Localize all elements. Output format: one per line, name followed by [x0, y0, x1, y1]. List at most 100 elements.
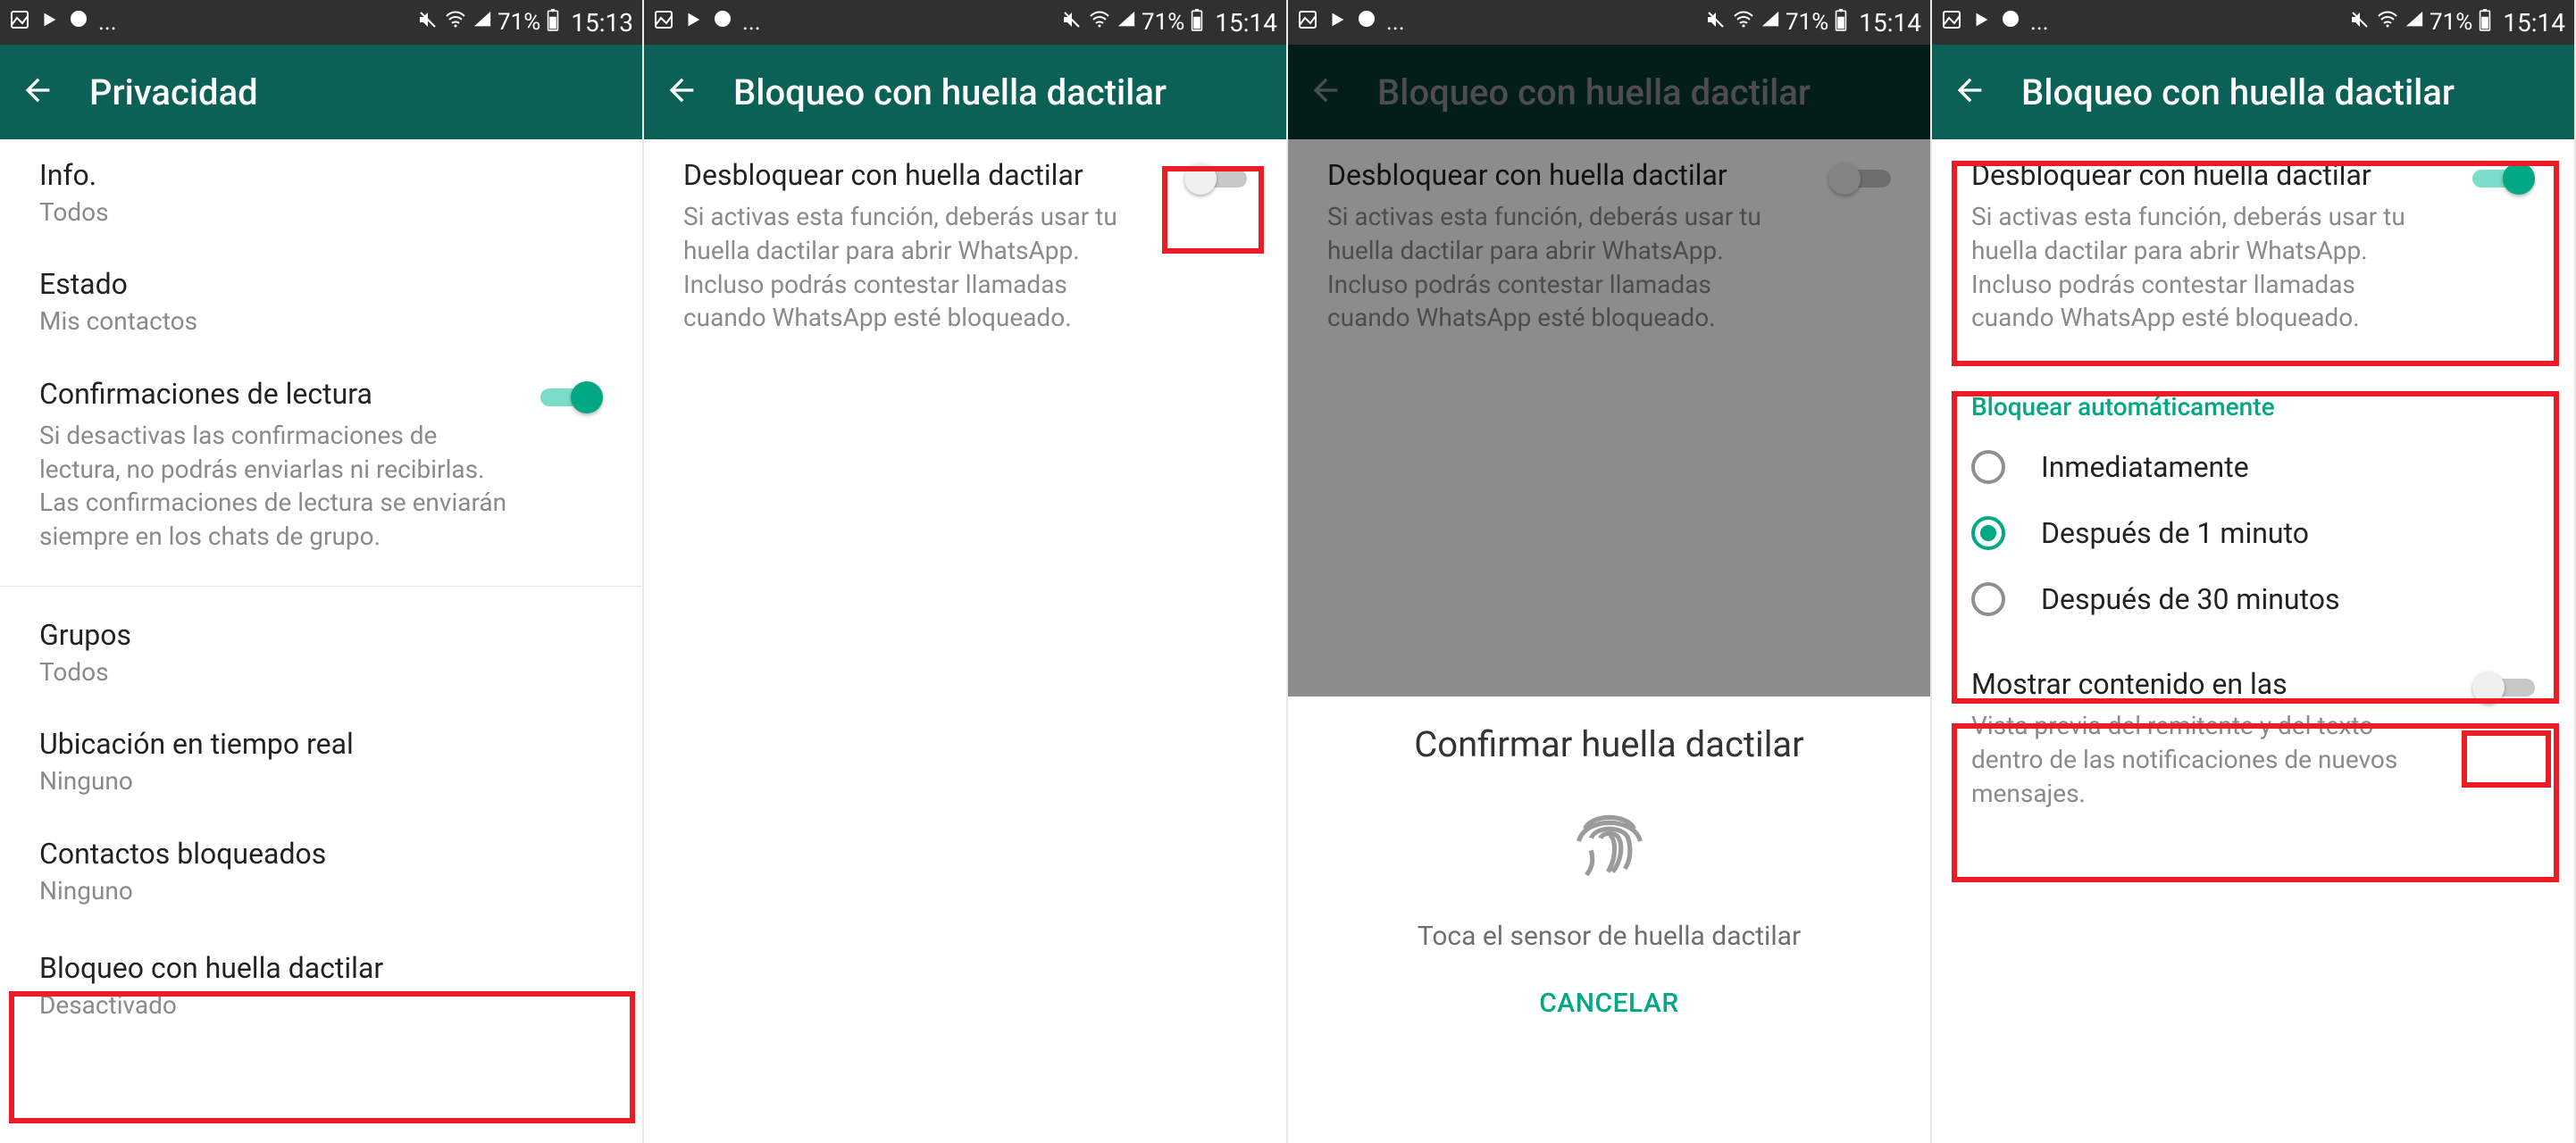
play-icon	[39, 9, 59, 36]
setting-desc: Si activas esta función, deberás usar tu…	[683, 200, 1139, 335]
radio-icon	[1971, 582, 2005, 616]
status-bar: ... 71% 15:14	[644, 0, 1286, 45]
read-receipts-toggle[interactable]	[540, 381, 603, 413]
fingerprint-dialog: Confirmar huella dactilar Toca el sensor…	[1288, 697, 1930, 1143]
setting-label: Bloqueo con huella dactilar	[39, 950, 603, 986]
setting-groups[interactable]: Grupos Todos	[0, 599, 642, 708]
setting-read-receipts[interactable]: Confirmaciones de lectura Si desactivas …	[0, 358, 642, 573]
signal-icon	[473, 10, 492, 35]
autolock-heading: Bloquear automáticamente	[1932, 374, 2574, 434]
play-icon	[1971, 9, 1991, 36]
status-more: ...	[742, 9, 761, 36]
battery-icon	[2478, 8, 2492, 37]
chat-bubble-icon	[68, 9, 89, 37]
status-more: ...	[2030, 9, 2049, 36]
option-label: Después de 1 minuto	[2041, 516, 2309, 550]
dialog-title: Confirmar huella dactilar	[1414, 723, 1804, 765]
screen-privacy: ... 71% 15:13 Privacidad Info.	[0, 0, 644, 1143]
setting-status[interactable]: Estado Mis contactos	[0, 248, 642, 357]
clock: 15:14	[2503, 8, 2565, 38]
status-bar: ... 71% 15:13	[0, 0, 642, 45]
image-icon	[1297, 9, 1318, 37]
cancel-button[interactable]: CANCELAR	[1539, 988, 1679, 1019]
battery-text: 71%	[498, 9, 540, 36]
image-icon	[9, 9, 30, 37]
play-icon	[683, 9, 703, 36]
chat-bubble-icon	[1356, 9, 1377, 37]
settings-list: Info. Todos Estado Mis contactos Confirm…	[0, 139, 642, 1143]
mute-icon	[2349, 9, 2371, 36]
status-more: ...	[98, 9, 117, 36]
clock: 15:13	[571, 8, 633, 38]
unlock-fingerprint-toggle[interactable]	[2472, 163, 2535, 195]
back-arrow-icon[interactable]	[20, 72, 55, 112]
autolock-option-immediate[interactable]: Inmediatamente	[1932, 434, 2574, 500]
setting-label: Contactos bloqueados	[39, 836, 603, 872]
screen-fingerprint-off: ... 71% 15:14 Bloqueo con huella dactila…	[644, 0, 1288, 1143]
image-icon	[653, 9, 674, 37]
play-icon	[1327, 9, 1347, 36]
app-bar: Privacidad	[0, 45, 642, 139]
battery-icon	[546, 8, 560, 37]
battery-text: 71%	[1142, 9, 1184, 36]
setting-fingerprint-lock[interactable]: Bloqueo con huella dactilar Desactivado	[0, 927, 642, 1041]
clock: 15:14	[1215, 8, 1277, 38]
dialog-sub: Toca el sensor de huella dactilar	[1418, 921, 1801, 952]
setting-live-location[interactable]: Ubicación en tiempo real Ninguno	[0, 708, 642, 817]
back-arrow-icon[interactable]	[1952, 72, 1987, 112]
mute-icon	[1705, 9, 1727, 36]
app-bar: Bloqueo con huella dactilar	[644, 45, 1286, 139]
setting-label: Info.	[39, 157, 603, 193]
mute-icon	[1061, 9, 1083, 36]
battery-text: 71%	[1786, 9, 1828, 36]
chat-bubble-icon	[712, 9, 733, 37]
setting-blocked-contacts[interactable]: Contactos bloqueados Ninguno	[0, 818, 642, 927]
image-icon	[1941, 9, 1962, 37]
setting-desc: Vista previa del remitente y del texto d…	[1971, 709, 2400, 810]
setting-sub: Todos	[39, 656, 603, 688]
signal-icon	[1761, 10, 1780, 35]
setting-show-content[interactable]: Mostrar contenido en las Vista previa de…	[1932, 648, 2574, 830]
setting-desc: Si desactivas las confirmaciones de lect…	[39, 419, 523, 554]
battery-text: 71%	[2430, 9, 2472, 36]
back-arrow-icon[interactable]	[664, 72, 699, 112]
signal-icon	[1117, 10, 1136, 35]
option-label: Inmediatamente	[2041, 450, 2249, 484]
show-content-toggle[interactable]	[2472, 672, 2535, 704]
chat-bubble-icon	[2000, 9, 2021, 37]
status-more: ...	[1386, 9, 1405, 36]
setting-label: Desbloquear con huella dactilar	[1971, 157, 2427, 193]
setting-label: Desbloquear con huella dactilar	[683, 157, 1139, 193]
setting-sub: Mis contactos	[39, 305, 603, 338]
setting-sub: Ninguno	[39, 875, 603, 907]
signal-icon	[2405, 10, 2424, 35]
setting-unlock-fingerprint[interactable]: Desbloquear con huella dactilar Si activ…	[644, 139, 1286, 355]
clock: 15:14	[1859, 8, 1921, 38]
divider	[0, 586, 642, 587]
page-title: Privacidad	[89, 71, 258, 113]
wifi-icon	[2376, 9, 2399, 36]
wifi-icon	[444, 9, 467, 36]
mute-icon	[417, 9, 439, 36]
page-title: Bloqueo con huella dactilar	[733, 71, 1167, 113]
setting-info[interactable]: Info. Todos	[0, 139, 642, 248]
wifi-icon	[1088, 9, 1111, 36]
setting-sub: Desactivado	[39, 989, 603, 1022]
setting-unlock-fingerprint[interactable]: Desbloquear con huella dactilar Si activ…	[1932, 139, 2574, 355]
autolock-option-30min[interactable]: Después de 30 minutos	[1932, 566, 2574, 632]
screen-fingerprint-on: ... 71% 15:14 Bloqueo con huella dactila…	[1932, 0, 2576, 1143]
radio-icon	[1971, 516, 2005, 550]
status-bar: ... 71% 15:14	[1932, 0, 2574, 45]
setting-desc: Si activas esta función, deberás usar tu…	[1971, 200, 2427, 335]
battery-icon	[1834, 8, 1848, 37]
fingerprint-icon	[1560, 792, 1659, 894]
screen-fingerprint-confirm: ... 71% 15:14 Bloqueo con huella dactila…	[1288, 0, 1932, 1143]
setting-sub: Ninguno	[39, 765, 603, 797]
status-bar: ... 71% 15:14	[1288, 0, 1930, 45]
page-title: Bloqueo con huella dactilar	[2021, 71, 2455, 113]
autolock-option-1min[interactable]: Después de 1 minuto	[1932, 500, 2574, 566]
setting-label: Ubicación en tiempo real	[39, 726, 603, 762]
unlock-fingerprint-toggle[interactable]	[1184, 163, 1247, 195]
setting-label: Confirmaciones de lectura	[39, 376, 523, 412]
setting-label: Estado	[39, 266, 603, 302]
